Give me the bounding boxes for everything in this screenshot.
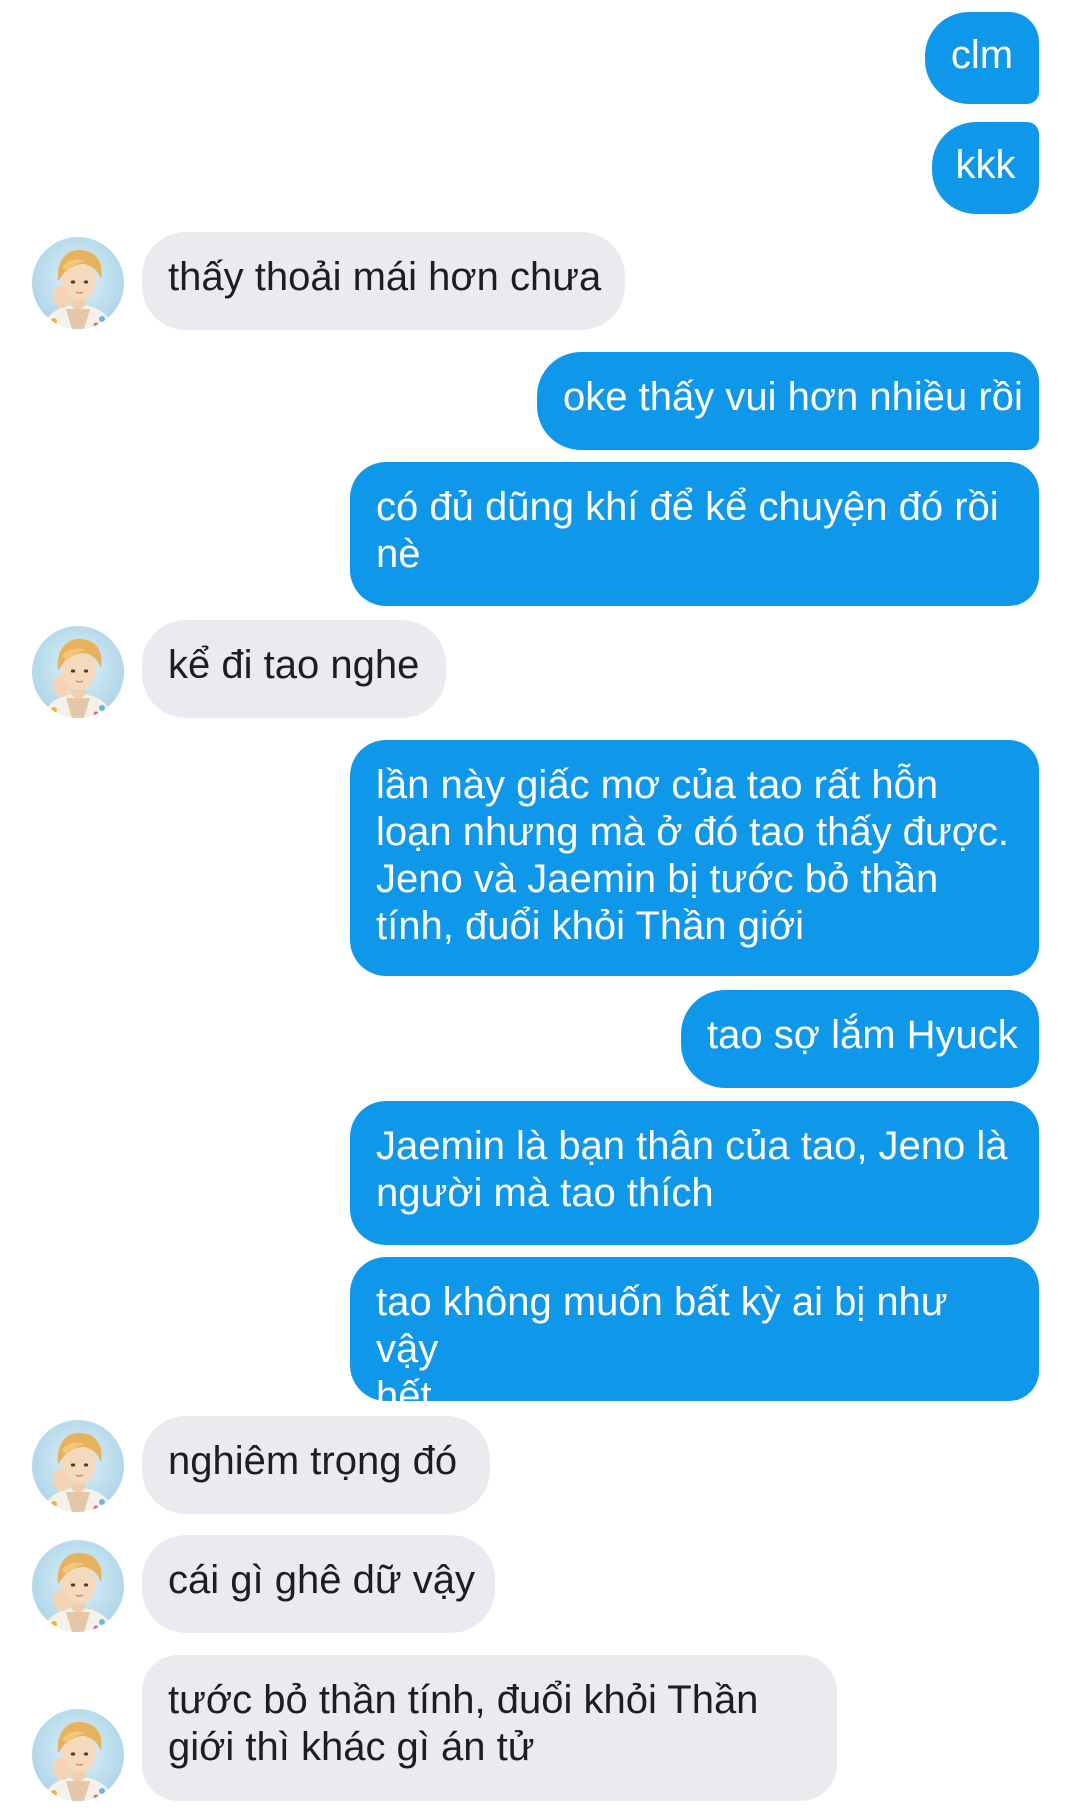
incoming-message[interactable]: cái gì ghê dữ vậy <box>142 1535 495 1633</box>
outgoing-message[interactable]: tao không muốn bất kỳ ai bị như vậy hết <box>350 1257 1039 1418</box>
message-thread[interactable]: clm kkk thấy thoải mái hơn chưa oke thấy… <box>0 0 1080 1817</box>
contact-avatar[interactable] <box>32 1420 124 1512</box>
outgoing-message[interactable]: oke thấy vui hơn nhiều rồi <box>537 352 1039 450</box>
outgoing-message[interactable]: tao sợ lắm Hyuck <box>681 990 1039 1088</box>
contact-avatar[interactable] <box>32 237 124 329</box>
outgoing-message[interactable]: lần này giấc mơ của tao rất hỗn loạn như… <box>350 740 1039 976</box>
contact-avatar[interactable] <box>32 1709 124 1801</box>
incoming-message[interactable]: kể đi tao nghe <box>142 620 446 718</box>
incoming-message[interactable]: tước bỏ thần tính, đuổi khỏi Thần giới t… <box>142 1655 837 1801</box>
outgoing-message[interactable]: clm <box>925 12 1039 104</box>
contact-avatar[interactable] <box>32 1540 124 1632</box>
contact-avatar-icon <box>32 237 124 329</box>
incoming-message[interactable]: thấy thoải mái hơn chưa <box>142 232 625 330</box>
contact-avatar-icon <box>32 1709 124 1801</box>
contact-avatar[interactable] <box>32 626 124 718</box>
outgoing-message[interactable]: kkk <box>932 122 1039 214</box>
contact-avatar-icon <box>32 1420 124 1512</box>
contact-avatar-icon <box>32 1540 124 1632</box>
contact-avatar-icon <box>32 626 124 718</box>
outgoing-message[interactable]: Jaemin là bạn thân của tao, Jeno là ngườ… <box>350 1101 1039 1245</box>
incoming-message[interactable]: nghiêm trọng đó <box>142 1416 490 1514</box>
outgoing-message[interactable]: có đủ dũng khí để kể chuyện đó rồi nè <box>350 462 1039 606</box>
